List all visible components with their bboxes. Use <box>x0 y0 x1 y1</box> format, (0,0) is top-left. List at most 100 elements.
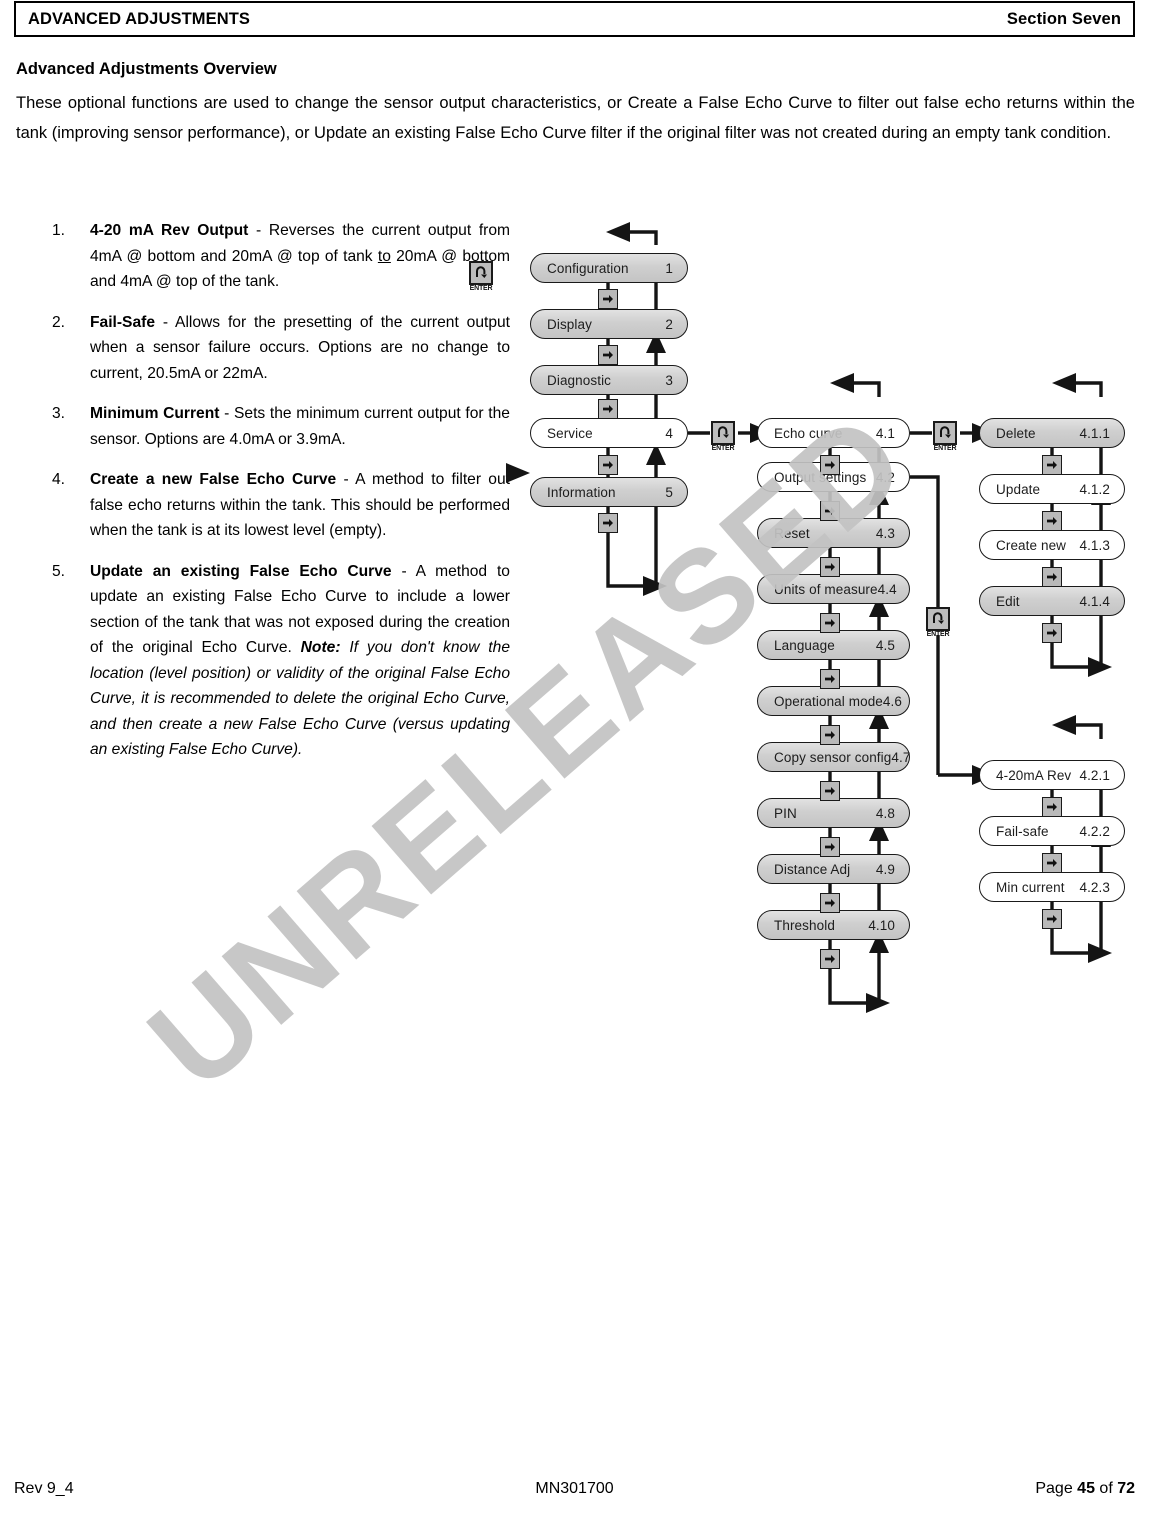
list-item: 3. Minimum Current - Sets the minimum cu… <box>52 401 510 452</box>
overview-paragraph: These optional functions are used to cha… <box>16 94 1135 142</box>
step-down-icon[interactable] <box>1042 797 1062 817</box>
menu-node-4-20ma-rev[interactable]: 4-20mA Rev 4.2.1 <box>979 760 1125 790</box>
menu-node-index: 4.9 <box>875 861 895 877</box>
menu-node-index: 4.2.1 <box>1079 767 1110 783</box>
header-left-title: ADVANCED ADJUSTMENTS <box>28 9 251 28</box>
step-down-icon[interactable] <box>820 837 840 857</box>
step-down-icon[interactable] <box>820 613 840 633</box>
menu-node-label: Language <box>774 637 835 653</box>
overview-heading: Advanced Adjustments Overview <box>16 60 277 78</box>
step-down-icon[interactable] <box>820 557 840 577</box>
menu-node-language[interactable]: Language 4.5 <box>757 630 910 660</box>
menu-node-pin[interactable]: PIN 4.8 <box>757 798 910 828</box>
step-down-icon[interactable] <box>820 949 840 969</box>
menu-node-echo-curve[interactable]: Echo curve 4.1 <box>757 418 910 448</box>
step-down-icon[interactable] <box>598 289 618 309</box>
step-down-icon[interactable] <box>820 455 840 475</box>
menu-node-display[interactable]: Display 2 <box>530 309 688 339</box>
menu-node-index: 4.7 <box>891 749 911 765</box>
menu-node-index: 4.5 <box>875 637 895 653</box>
page-header: ADVANCED ADJUSTMENTS Section Seven <box>14 1 1135 37</box>
step-down-icon[interactable] <box>598 513 618 533</box>
menu-node-index: 4.1.3 <box>1079 537 1110 553</box>
menu-node-threshold[interactable]: Threshold 4.10 <box>757 910 910 940</box>
step-down-icon[interactable] <box>820 781 840 801</box>
list-item-underlined: to <box>377 247 391 265</box>
menu-node-distance-adj[interactable]: Distance Adj 4.9 <box>757 854 910 884</box>
menu-node-operational-mode[interactable]: Operational mode 4.6 <box>757 686 910 716</box>
list-item: 2. Fail-Safe - Allows for the presetting… <box>52 310 510 387</box>
menu-node-label: Min current <box>996 879 1065 895</box>
step-down-icon[interactable] <box>1042 567 1062 587</box>
menu-node-index: 4.1.2 <box>1079 481 1110 497</box>
step-down-icon[interactable] <box>1042 623 1062 643</box>
step-down-icon[interactable] <box>820 501 840 521</box>
menu-node-create-new[interactable]: Create new 4.1.3 <box>979 530 1125 560</box>
menu-node-index: 4.4 <box>877 581 897 597</box>
step-down-icon[interactable] <box>820 893 840 913</box>
list-item-term: Minimum Current <box>90 405 220 422</box>
enter-key-configuration[interactable]: ENTER <box>468 261 494 292</box>
menu-node-fail-safe[interactable]: Fail-safe 4.2.2 <box>979 816 1125 846</box>
list-item-number: 3. <box>52 405 66 422</box>
enter-key-service[interactable]: ENTER <box>710 421 736 452</box>
step-down-icon[interactable] <box>1042 909 1062 929</box>
list-item-number: 5. <box>52 562 66 580</box>
menu-node-service[interactable]: Service 4 <box>530 418 688 448</box>
menu-node-edit[interactable]: Edit 4.1.4 <box>979 586 1125 616</box>
menu-node-units-of-measure[interactable]: Units of measure 4.4 <box>757 574 910 604</box>
menu-node-index: 4.8 <box>875 805 895 821</box>
menu-node-min-current[interactable]: Min current 4.2.3 <box>979 872 1125 902</box>
menu-node-diagnostic[interactable]: Diagnostic 3 <box>530 365 688 395</box>
menu-node-label: Diagnostic <box>547 372 612 388</box>
menu-navigation-diagram: ENTER ENTER ENTER ENTER Configuration 1 … <box>460 205 1149 1025</box>
header-right-title: Section Seven <box>1006 9 1121 28</box>
menu-node-label: Reset <box>774 525 810 541</box>
menu-node-reset[interactable]: Reset 4.3 <box>757 518 910 548</box>
menu-node-label: Edit <box>996 593 1020 609</box>
list-item-term: Update an existing False Echo Curve <box>90 562 392 580</box>
menu-node-label: Information <box>547 484 616 500</box>
menu-node-label: Distance Adj <box>774 861 851 877</box>
step-down-icon[interactable] <box>1042 511 1062 531</box>
menu-node-copy-sensor-config[interactable]: Copy sensor config 4.7 <box>757 742 910 772</box>
list-item: 5. Update an existing False Echo Curve -… <box>52 559 510 763</box>
step-down-icon[interactable] <box>1042 853 1062 873</box>
list-item-number: 2. <box>52 313 66 331</box>
menu-node-index: 4.1 <box>875 425 895 441</box>
menu-node-index: 1 <box>665 260 673 276</box>
menu-node-label: Configuration <box>547 260 629 276</box>
step-down-icon[interactable] <box>820 669 840 689</box>
enter-key-label: ENTER <box>926 631 950 638</box>
page-footer: Rev 9_4 MN301700 Page 45 of 72 <box>14 1480 1135 1498</box>
enter-icon <box>933 421 957 445</box>
step-down-icon[interactable] <box>598 345 618 365</box>
list-item-term: Fail-Safe <box>90 313 155 331</box>
menu-node-index: 4.2.3 <box>1079 879 1110 895</box>
menu-node-label: PIN <box>774 805 797 821</box>
footer-page-total: 72 <box>1117 1480 1135 1497</box>
menu-node-update[interactable]: Update 4.1.2 <box>979 474 1125 504</box>
menu-node-index: 4.2 <box>875 469 895 485</box>
menu-node-configuration[interactable]: Configuration 1 <box>530 253 688 283</box>
menu-node-label: Create new <box>996 537 1067 553</box>
menu-node-delete[interactable]: Delete 4.1.1 <box>979 418 1125 448</box>
list-item-number: 4. <box>52 471 66 488</box>
menu-node-index: 4.2.2 <box>1079 823 1110 839</box>
menu-node-information[interactable]: Information 5 <box>530 477 688 507</box>
menu-node-label: Copy sensor config <box>774 749 892 765</box>
step-down-icon[interactable] <box>598 399 618 419</box>
menu-node-index: 4.1.1 <box>1079 425 1110 441</box>
menu-node-label: Service <box>547 425 593 441</box>
enter-key-output-settings[interactable]: ENTER <box>925 607 951 638</box>
menu-node-label: 4-20mA Rev <box>996 767 1072 783</box>
step-down-icon[interactable] <box>1042 455 1062 475</box>
enter-icon <box>711 421 735 445</box>
menu-node-label: Delete <box>996 425 1036 441</box>
step-down-icon[interactable] <box>820 725 840 745</box>
step-down-icon[interactable] <box>598 455 618 475</box>
menu-node-index: 2 <box>665 316 673 332</box>
enter-key-echo-curve[interactable]: ENTER <box>932 421 958 452</box>
footer-page-prefix: Page <box>1035 1480 1078 1497</box>
list-item-term: 4-20 mA Rev Output <box>90 222 249 239</box>
